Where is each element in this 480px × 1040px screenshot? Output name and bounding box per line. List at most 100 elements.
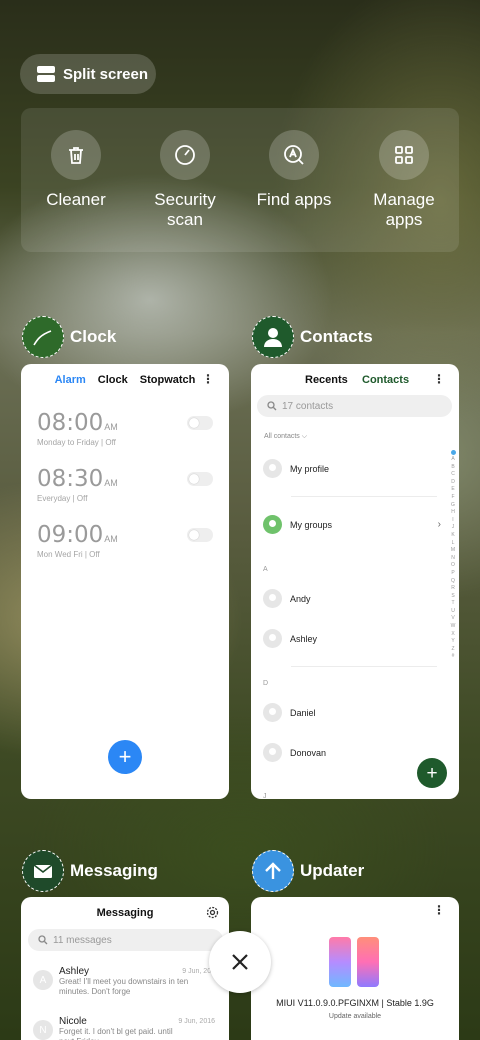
alphabet-index-letter[interactable]: V	[451, 615, 454, 623]
messaging-app-header[interactable]: Messaging	[22, 850, 158, 892]
split-screen-label: Split screen	[63, 65, 149, 83]
clock-app-header[interactable]: Clock	[22, 316, 116, 358]
contact-name: Andy	[290, 593, 311, 604]
thread-date: 9 Jun, 2016	[178, 1018, 215, 1025]
alphabet-index-letter[interactable]: W	[451, 623, 456, 631]
alphabet-index-letter[interactable]: G	[451, 502, 455, 510]
alphabet-index-letter[interactable]: O	[451, 562, 455, 570]
contacts-filter[interactable]: All contacts ⌵	[264, 433, 307, 441]
thread-name: Nicole	[59, 1016, 87, 1027]
avatar	[263, 459, 282, 478]
security-scan-label: Security scan	[154, 190, 216, 229]
alphabet-index-letter[interactable]: Q	[451, 578, 455, 586]
message-thread-row[interactable]: N Nicole Forget it. I don't bl get paid.…	[33, 1016, 219, 1040]
find-apps-label: Find apps	[256, 190, 332, 209]
contact-row[interactable]: Andy	[263, 589, 311, 608]
alphabet-index-letter[interactable]: I	[452, 517, 453, 525]
split-screen-icon	[37, 66, 55, 82]
alphabet-index-letter[interactable]: C	[451, 471, 455, 479]
messaging-title: Messaging	[96, 907, 154, 919]
add-contact-button[interactable]: +	[417, 758, 447, 788]
contacts-app-card[interactable]: Recents Contacts ⋮ 17 contacts All conta…	[251, 364, 459, 799]
contact-name: Donovan	[290, 747, 327, 758]
my-profile-row[interactable]: My profile	[263, 459, 329, 478]
alarm-toggle[interactable]	[187, 416, 213, 430]
contacts-app-icon	[252, 316, 294, 358]
alphabet-index-letter[interactable]: J	[452, 524, 455, 532]
thread-preview: Great! I'll meet you downstairs in ten m…	[59, 977, 189, 996]
alphabet-index-letter[interactable]: K	[451, 532, 454, 540]
messages-search-input[interactable]: 11 messages	[28, 929, 223, 951]
alphabet-index-letter[interactable]: U	[451, 608, 455, 616]
alarm-toggle[interactable]	[187, 528, 213, 542]
tab-alarm[interactable]: Alarm	[55, 374, 86, 386]
clock-app-icon	[22, 316, 64, 358]
avatar	[263, 703, 282, 722]
alphabet-index-letter[interactable]: R	[451, 585, 455, 593]
alphabet-index-letter[interactable]: H	[451, 509, 455, 517]
updater-app-header[interactable]: Updater	[252, 850, 364, 892]
chevron-down-icon: ⌵	[301, 433, 308, 440]
split-screen-button[interactable]: Split screen	[20, 54, 156, 94]
alphabet-index-letter[interactable]: A	[451, 456, 454, 464]
security-scan-icon	[160, 130, 210, 180]
contacts-app-name: Contacts	[300, 327, 373, 346]
update-version: MIUI V11.0.9.0.PFGINXM | Stable 1.9G	[276, 998, 434, 1008]
cleaner-button[interactable]: Cleaner	[21, 130, 131, 210]
alphabet-index[interactable]: A B C D E F G H I J K L M N O P Q R S T U V W X Y Z #	[450, 450, 456, 661]
find-apps-icon	[269, 130, 319, 180]
trash-icon	[51, 130, 101, 180]
find-apps-button[interactable]: Find apps	[239, 130, 349, 210]
alarm-repeat-line: Monday to Friday | Off	[37, 438, 116, 447]
tab-recents[interactable]: Recents	[305, 374, 348, 386]
clear-all-button[interactable]	[209, 931, 271, 993]
alphabet-index-letter[interactable]: E	[451, 486, 454, 494]
contact-row[interactable]: Daniel	[263, 703, 316, 722]
avatar	[263, 629, 282, 648]
more-options-icon[interactable]: ⋮	[202, 372, 214, 386]
manage-apps-label: Manage apps	[373, 190, 435, 229]
security-scan-button[interactable]: Security scan	[130, 130, 240, 230]
alarm-repeat-line: Everyday | Off	[37, 494, 88, 503]
alphabet-index-letter[interactable]: M	[451, 547, 455, 555]
alphabet-index-letter[interactable]: X	[451, 631, 454, 639]
more-options-icon[interactable]: ⋮	[433, 372, 445, 386]
alphabet-index-letter[interactable]: N	[451, 555, 455, 563]
alarm-time: 08:30	[37, 466, 104, 492]
contacts-app-header[interactable]: Contacts	[252, 316, 373, 358]
alphabet-index-letter[interactable]: Y	[451, 638, 454, 646]
thread-preview: Forget it. I don't bl get paid. until ne…	[59, 1027, 173, 1040]
messaging-app-card[interactable]: Messaging 11 messages A Ashley Great! I'…	[21, 897, 229, 1040]
alphabet-index-letter[interactable]: D	[451, 479, 455, 487]
manage-apps-button[interactable]: Manage apps	[349, 130, 459, 230]
clock-app-card[interactable]: Alarm Clock Stopwatch ⋮ 08:00AM Monday t…	[21, 364, 229, 799]
tab-stopwatch[interactable]: Stopwatch	[140, 374, 196, 386]
contact-row[interactable]: Ashley	[263, 629, 317, 648]
close-icon	[232, 954, 248, 970]
add-alarm-button[interactable]: +	[108, 740, 142, 774]
message-thread-row[interactable]: A Ashley Great! I'll meet you downstairs…	[33, 966, 219, 997]
alarm-item[interactable]: 08:00AM Monday to Friday | Off	[37, 410, 213, 447]
alphabet-index-letter[interactable]: Z	[451, 646, 454, 654]
search-icon	[267, 401, 277, 411]
alphabet-index-letter[interactable]: F	[451, 494, 454, 502]
updater-app-card[interactable]: ⋮ MIUI V11.0.9.0.PFGINXM | Stable 1.9G U…	[251, 897, 459, 1040]
alphabet-index-letter[interactable]: P	[451, 570, 454, 578]
avatar	[263, 743, 282, 762]
alphabet-index-letter[interactable]: #	[452, 653, 455, 661]
contact-row[interactable]: Donovan	[263, 743, 326, 762]
alphabet-index-letter[interactable]: L	[452, 540, 455, 548]
alarm-toggle[interactable]	[187, 472, 213, 486]
tab-contacts[interactable]: Contacts	[362, 374, 409, 386]
alphabet-index-letter[interactable]: B	[451, 464, 454, 472]
more-options-icon[interactable]: ⋮	[433, 903, 445, 917]
tab-clock[interactable]: Clock	[98, 374, 128, 386]
alarm-item[interactable]: 08:30AM Everyday | Off	[37, 466, 213, 503]
contacts-search-input[interactable]: 17 contacts	[257, 395, 452, 417]
my-groups-row[interactable]: My groups ›	[263, 515, 441, 534]
alphabet-index-letter[interactable]: T	[451, 600, 454, 608]
settings-gear-icon[interactable]	[206, 906, 219, 924]
alarm-item[interactable]: 09:00AM Mon Wed Fri | Off	[37, 522, 213, 559]
alphabet-index-letter[interactable]: S	[451, 593, 454, 601]
my-profile-label: My profile	[290, 463, 330, 474]
